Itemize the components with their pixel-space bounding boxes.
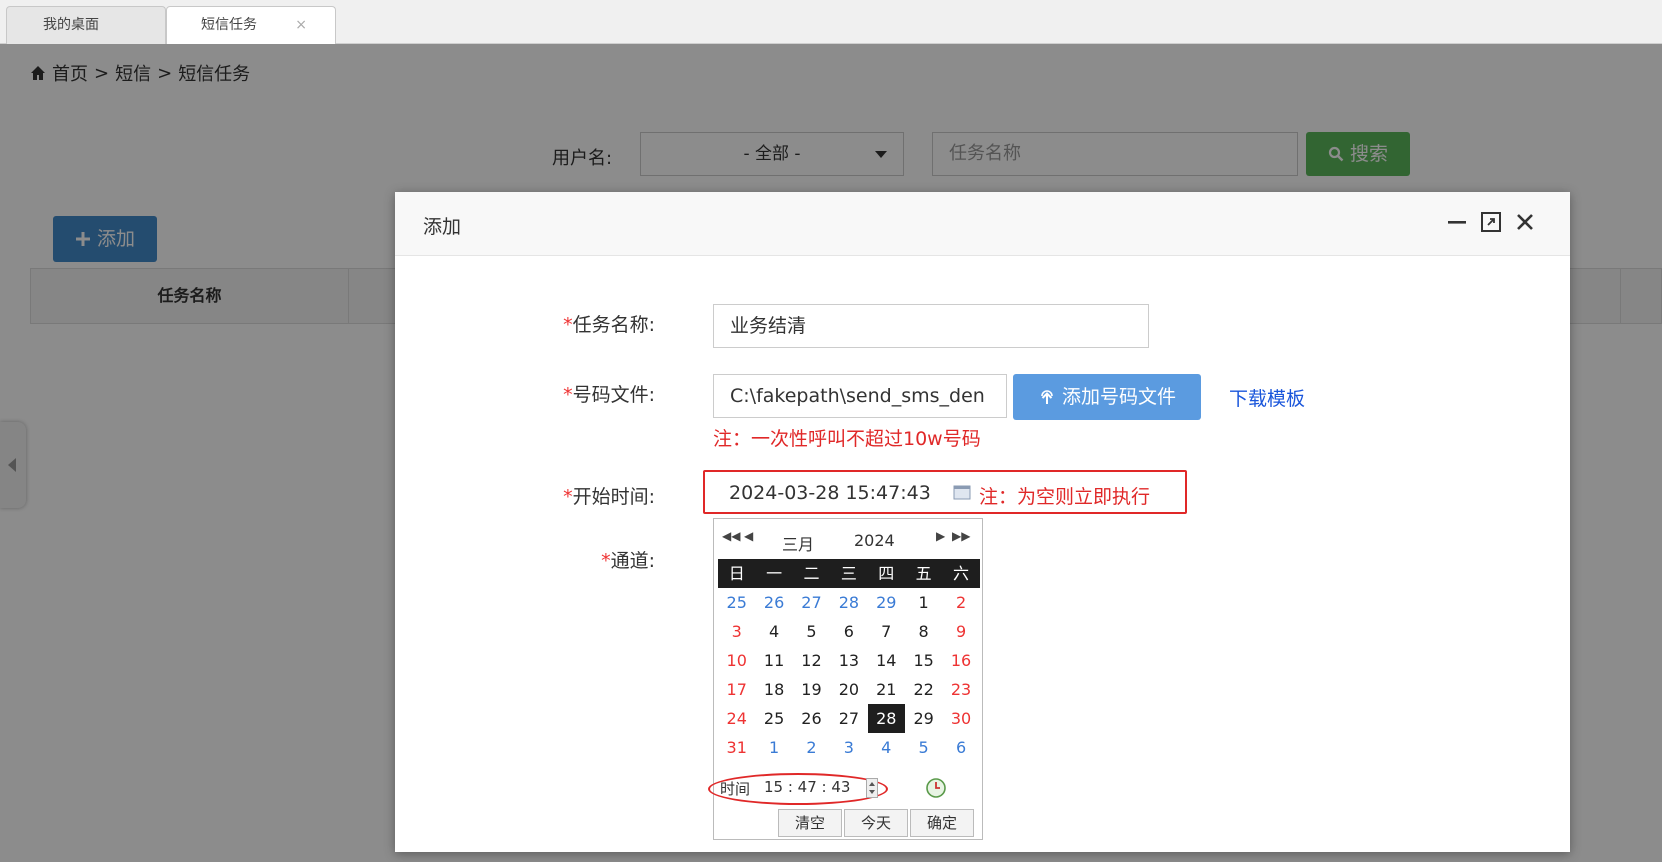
date-cell[interactable]: 5	[793, 617, 830, 646]
start-time-note: 注：为空则立即执行	[979, 486, 1151, 508]
upload-icon	[1041, 390, 1053, 404]
date-cell[interactable]: 2	[942, 588, 979, 617]
date-cell[interactable]: 22	[905, 675, 942, 704]
date-cell[interactable]: 25	[755, 704, 792, 733]
date-cell[interactable]: 26	[793, 704, 830, 733]
date-cell[interactable]: 27	[793, 588, 830, 617]
prev-year-icon[interactable]: ◀◀	[722, 529, 740, 543]
date-cell[interactable]: 14	[868, 646, 905, 675]
date-cell[interactable]: 20	[830, 675, 867, 704]
close-icon[interactable]	[1513, 210, 1537, 234]
date-cell[interactable]: 6	[942, 733, 979, 762]
add-number-file-button[interactable]: 添加号码文件	[1013, 374, 1201, 420]
time-row: 时间 15 : 47 : 43	[708, 773, 984, 805]
date-cell[interactable]: 3	[830, 733, 867, 762]
date-cell[interactable]: 26	[755, 588, 792, 617]
next-year-icon[interactable]: ▶▶	[952, 529, 970, 543]
date-cell[interactable]: 19	[793, 675, 830, 704]
date-picker: ◀◀ ◀ 三月 2024 ▶ ▶▶ 日 一 二 三 四 五 六 25 26 27…	[708, 518, 984, 840]
task-name-label: *任务名称:	[563, 314, 655, 336]
date-cell[interactable]: 27	[830, 704, 867, 733]
date-cell[interactable]: 7	[868, 617, 905, 646]
tab-close-icon[interactable]: ×	[295, 7, 307, 43]
number-file-label: *号码文件:	[563, 384, 655, 406]
date-picker-actions: 清空 今天 确定	[778, 809, 974, 837]
date-cell[interactable]: 4	[868, 733, 905, 762]
date-cell[interactable]: 28	[830, 588, 867, 617]
start-time-input[interactable]: 2024-03-28 15:47:43	[729, 482, 931, 504]
time-spinner-icon[interactable]	[866, 778, 878, 798]
download-template-link[interactable]: 下载模板	[1229, 384, 1305, 411]
date-cell[interactable]: 24	[718, 704, 755, 733]
date-cell[interactable]: 4	[755, 617, 792, 646]
channel-label: *通道:	[601, 550, 655, 572]
today-button[interactable]: 今天	[844, 809, 908, 837]
next-month-icon[interactable]: ▶	[936, 529, 945, 543]
minimize-icon[interactable]	[1445, 210, 1469, 234]
week-row: 10 11 12 13 14 15 16	[718, 646, 980, 675]
time-label: 时间	[720, 780, 751, 798]
date-cell[interactable]: 2	[793, 733, 830, 762]
file-note: 注：一次性呼叫不超过10w号码	[713, 428, 981, 450]
week-row: 17 18 19 20 21 22 23	[718, 675, 980, 704]
date-cell-selected[interactable]: 28	[867, 704, 905, 733]
confirm-button[interactable]: 确定	[910, 809, 974, 837]
dialog-title: 添加	[423, 216, 462, 238]
date-cell[interactable]: 9	[942, 617, 979, 646]
date-cell[interactable]: 13	[830, 646, 867, 675]
date-cell[interactable]: 16	[942, 646, 979, 675]
date-cell[interactable]: 23	[942, 675, 979, 704]
time-input[interactable]: 15 : 47 : 43	[764, 778, 850, 796]
date-cell[interactable]: 29	[868, 588, 905, 617]
date-cell[interactable]: 1	[755, 733, 792, 762]
date-cell[interactable]: 18	[755, 675, 792, 704]
date-cell[interactable]: 6	[830, 617, 867, 646]
date-cell[interactable]: 8	[905, 617, 942, 646]
month-selector[interactable]: 三月	[782, 531, 814, 555]
date-cell[interactable]: 15	[905, 646, 942, 675]
date-picker-nav: ◀◀ ◀ 三月 2024 ▶ ▶▶	[714, 519, 984, 559]
date-cell[interactable]: 21	[868, 675, 905, 704]
date-grid: 日 一 二 三 四 五 六 25 26 27 28 29 1 2 3 4 5 6…	[718, 559, 980, 762]
date-cell[interactable]: 17	[718, 675, 755, 704]
week-row: 24 25 26 27 28 29 30	[718, 704, 980, 733]
date-cell[interactable]: 30	[942, 704, 979, 733]
tab-my-desktop[interactable]: 我的桌面	[6, 6, 166, 44]
date-cell[interactable]: 31	[718, 733, 755, 762]
date-cell[interactable]: 12	[793, 646, 830, 675]
date-cell[interactable]: 11	[755, 646, 792, 675]
start-time-label: *开始时间:	[563, 486, 655, 508]
weekday-header: 日 一 二 三 四 五 六	[718, 559, 980, 588]
date-cell[interactable]: 10	[718, 646, 755, 675]
tab-sms-task[interactable]: 短信任务 ×	[166, 6, 336, 44]
date-cell[interactable]: 1	[905, 588, 942, 617]
maximize-icon[interactable]	[1479, 210, 1503, 234]
task-name-input[interactable]: 业务结清	[713, 304, 1149, 348]
clock-icon[interactable]	[924, 777, 948, 799]
year-selector[interactable]: 2024	[854, 531, 895, 550]
week-row: 31 1 2 3 4 5 6	[718, 733, 980, 762]
clear-button[interactable]: 清空	[778, 809, 842, 837]
date-cell[interactable]: 29	[905, 704, 942, 733]
date-cell[interactable]: 3	[718, 617, 755, 646]
date-cell[interactable]: 25	[718, 588, 755, 617]
week-row: 3 4 5 6 7 8 9	[718, 617, 980, 646]
tab-bar: 我的桌面 短信任务 ×	[0, 0, 1662, 44]
prev-month-icon[interactable]: ◀	[744, 529, 753, 543]
week-row: 25 26 27 28 29 1 2	[718, 588, 980, 617]
add-dialog: 添加 *任务名称: 业务结清 *号码文件: C:\fakepath\send_s…	[395, 192, 1570, 852]
date-cell[interactable]: 5	[905, 733, 942, 762]
calendar-icon[interactable]	[953, 484, 971, 500]
dialog-header: 添加	[395, 192, 1570, 256]
number-file-input[interactable]: C:\fakepath\send_sms_den	[713, 374, 1007, 418]
